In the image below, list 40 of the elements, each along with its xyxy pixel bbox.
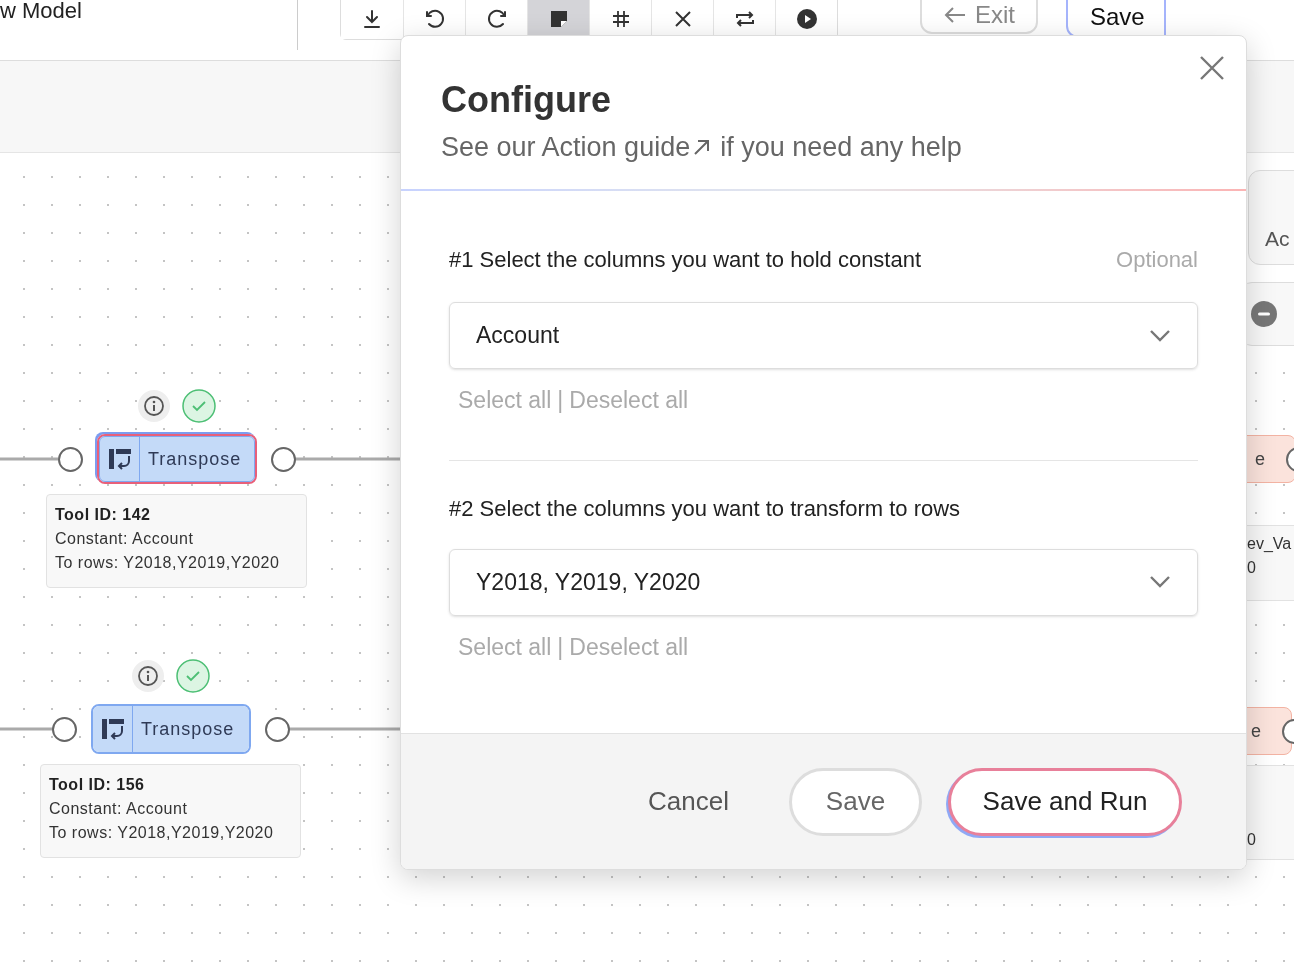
detail-text: Constant: Account xyxy=(49,799,189,819)
cancel-button[interactable]: Cancel xyxy=(624,767,753,836)
optional-label: Optional xyxy=(1116,246,1198,274)
model-title: w Model xyxy=(0,0,298,50)
detail-text: Constant: Account xyxy=(55,529,195,549)
dialog-title: Configure xyxy=(441,78,612,122)
info-icon[interactable] xyxy=(137,665,159,687)
section-label: #1 Select the columns you want to hold constant xyxy=(449,245,922,274)
separator-text: | xyxy=(557,632,564,662)
save-and-run-button[interactable]: Save and Run xyxy=(948,767,1182,836)
arrow-left-icon xyxy=(943,5,967,25)
transpose-icon xyxy=(99,716,126,742)
info-icon[interactable] xyxy=(143,395,165,417)
chevron-down-icon xyxy=(1149,575,1171,589)
detail-text: To rows: Y2018,Y2019,Y2020 xyxy=(55,553,281,573)
check-circle-icon xyxy=(182,389,216,423)
action-card[interactable]: Ac xyxy=(1248,170,1294,265)
subtitle-text: if you need any help xyxy=(720,131,962,164)
check-circle-icon xyxy=(176,659,210,693)
detail-text: To rows: Y2018,Y2019,Y2020 xyxy=(49,823,275,843)
separator-text: | xyxy=(557,386,564,415)
connector-line xyxy=(0,457,58,461)
tool-id-text: Tool ID: 142 xyxy=(55,505,152,525)
column-select[interactable]: Y2018, Y2019, Y2020 xyxy=(449,548,1198,616)
detail-text: ev_Va xyxy=(1247,534,1293,554)
chevron-down-icon xyxy=(1149,328,1171,343)
tool-node[interactable]: Transpose xyxy=(97,434,257,484)
detail-text: 0 xyxy=(1247,558,1257,578)
save-button[interactable]: Save xyxy=(789,767,922,836)
action-guide-link[interactable]: See our Action guide xyxy=(441,130,713,164)
tool-id-text: Tool ID: 156 xyxy=(49,775,146,795)
detail-text: 0 xyxy=(1247,830,1257,850)
play-icon xyxy=(794,7,819,31)
card-text: Ac xyxy=(1265,225,1290,252)
section-label: #2 Select the columns you want to transform to rows xyxy=(449,494,961,523)
close-icon xyxy=(1199,55,1225,81)
minus-circle-icon[interactable] xyxy=(1251,301,1277,327)
column-select[interactable]: Account xyxy=(449,302,1198,369)
transpose-icon xyxy=(106,446,133,472)
tool-node[interactable]: Transpose xyxy=(91,704,251,754)
